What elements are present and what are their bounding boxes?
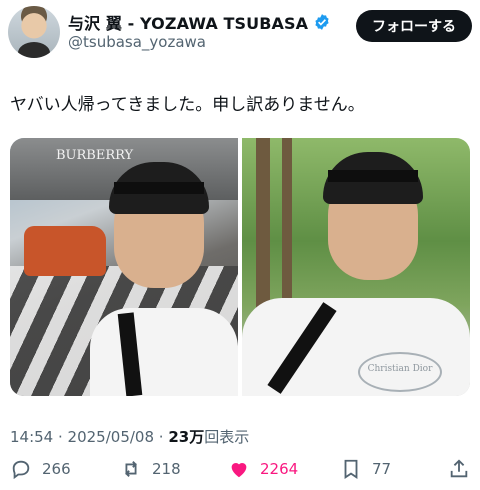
handle[interactable]: @tsubasa_yozawa — [68, 33, 206, 51]
media-grid: BURBERRY Christian Dior — [10, 138, 470, 396]
repost-button[interactable]: 218 — [120, 458, 181, 480]
meta-separator: · — [154, 428, 169, 446]
meta-separator: · — [53, 428, 68, 446]
verified-badge-icon — [315, 14, 329, 30]
follow-button[interactable]: フォローする — [356, 10, 472, 42]
reply-count: 266 — [42, 460, 71, 478]
tweet-header: 与沢 翼 - YOZAWA TSUBASA @tsubasa_yozawa フォ… — [8, 6, 472, 58]
views-count: 23万 — [168, 428, 205, 446]
bookmark-button[interactable]: 77 — [340, 458, 391, 480]
bookmark-count: 77 — [372, 460, 392, 478]
tweet-time[interactable]: 14:54 — [10, 428, 53, 446]
share-icon — [450, 459, 468, 478]
avatar[interactable] — [8, 6, 60, 58]
store-sign: BURBERRY — [56, 148, 134, 163]
shirt-logo-text: Christian Dior — [367, 364, 433, 374]
share-button[interactable] — [448, 458, 470, 480]
headband — [328, 170, 418, 182]
headband — [114, 182, 204, 194]
tweet-meta: 14:54 · 2025/05/08 · 23万回表示 — [10, 426, 249, 447]
name-row: 与沢 翼 - YOZAWA TSUBASA — [68, 10, 331, 34]
repost-icon — [125, 461, 137, 477]
photo-street-selfie[interactable]: BURBERRY — [10, 138, 238, 396]
action-bar: 266 218 2264 77 — [10, 458, 470, 486]
taxi — [24, 226, 106, 276]
views-label: 回表示 — [204, 428, 250, 446]
tweet-date[interactable]: 2025/05/08 — [68, 428, 154, 446]
shirt-logo: Christian Dior — [358, 352, 442, 392]
bookmark-icon — [344, 459, 358, 479]
photo-park-selfie[interactable]: Christian Dior — [242, 138, 470, 396]
reply-button[interactable]: 266 — [10, 458, 71, 480]
reply-icon — [12, 460, 30, 480]
like-count: 2264 — [260, 460, 299, 478]
like-button[interactable]: 2264 — [228, 458, 298, 480]
repost-count: 218 — [152, 460, 181, 478]
white-shirt — [90, 308, 238, 396]
display-name[interactable]: 与沢 翼 - YOZAWA TSUBASA — [68, 10, 308, 34]
tweet-text: ヤバい人帰ってきました。申し訳ありません。 — [10, 95, 365, 115]
heart-icon — [231, 463, 247, 478]
